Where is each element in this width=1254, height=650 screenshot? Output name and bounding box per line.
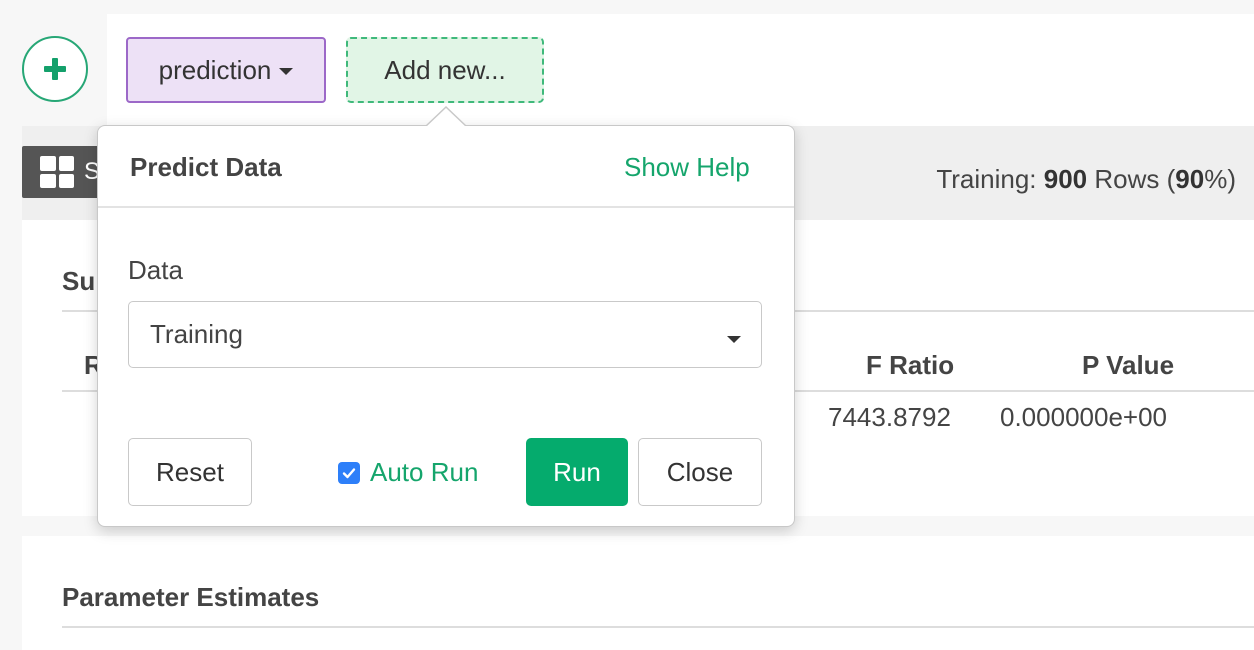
training-label: Training: (936, 164, 1037, 194)
parameter-estimates-title: Parameter Estimates (62, 582, 320, 612)
view-mode-button[interactable]: S (22, 146, 108, 198)
plus-icon (44, 58, 66, 80)
parameter-divider (62, 626, 1254, 628)
tab-prediction[interactable]: prediction (126, 37, 326, 103)
data-select-value: Training (150, 319, 243, 349)
column-header-p-value: P Value (1082, 350, 1175, 380)
column-header-f-ratio: F Ratio (866, 350, 955, 380)
data-field-label: Data (128, 255, 183, 285)
popover-title: Predict Data (130, 152, 282, 182)
auto-run-checkbox[interactable] (338, 461, 360, 484)
training-info: Training: 900 Rows (90%) (936, 164, 1236, 195)
add-step-button[interactable] (22, 36, 88, 102)
p-value-value: 0.000000e+00 (1000, 402, 1168, 432)
run-button[interactable]: Run (526, 438, 628, 506)
f-ratio-value: 7443.8792 (828, 402, 951, 432)
data-select[interactable]: Training (128, 301, 762, 368)
popover-arrow-inner (426, 108, 466, 127)
training-percent: 90 (1175, 164, 1205, 194)
training-rows-unit: Rows ( (1094, 164, 1176, 194)
grid-icon (40, 156, 74, 188)
close-button[interactable]: Close (638, 438, 762, 506)
auto-run-toggle[interactable]: Auto Run (338, 457, 478, 488)
training-percent-suffix: %) (1204, 164, 1236, 194)
popover-header-divider (98, 206, 794, 208)
training-rows: 900 (1043, 164, 1088, 194)
reset-button[interactable]: Reset (128, 438, 252, 506)
tab-prediction-label: prediction (158, 54, 272, 85)
auto-run-label: Auto Run (370, 457, 479, 487)
add-new-label: Add new... (384, 54, 506, 85)
add-new-tab-button[interactable]: Add new... (346, 37, 544, 103)
chevron-down-icon (279, 68, 294, 75)
chevron-down-icon (727, 336, 741, 343)
check-icon (342, 467, 356, 478)
show-help-link[interactable]: Show Help (624, 152, 750, 183)
summary-title: Su (62, 266, 96, 296)
